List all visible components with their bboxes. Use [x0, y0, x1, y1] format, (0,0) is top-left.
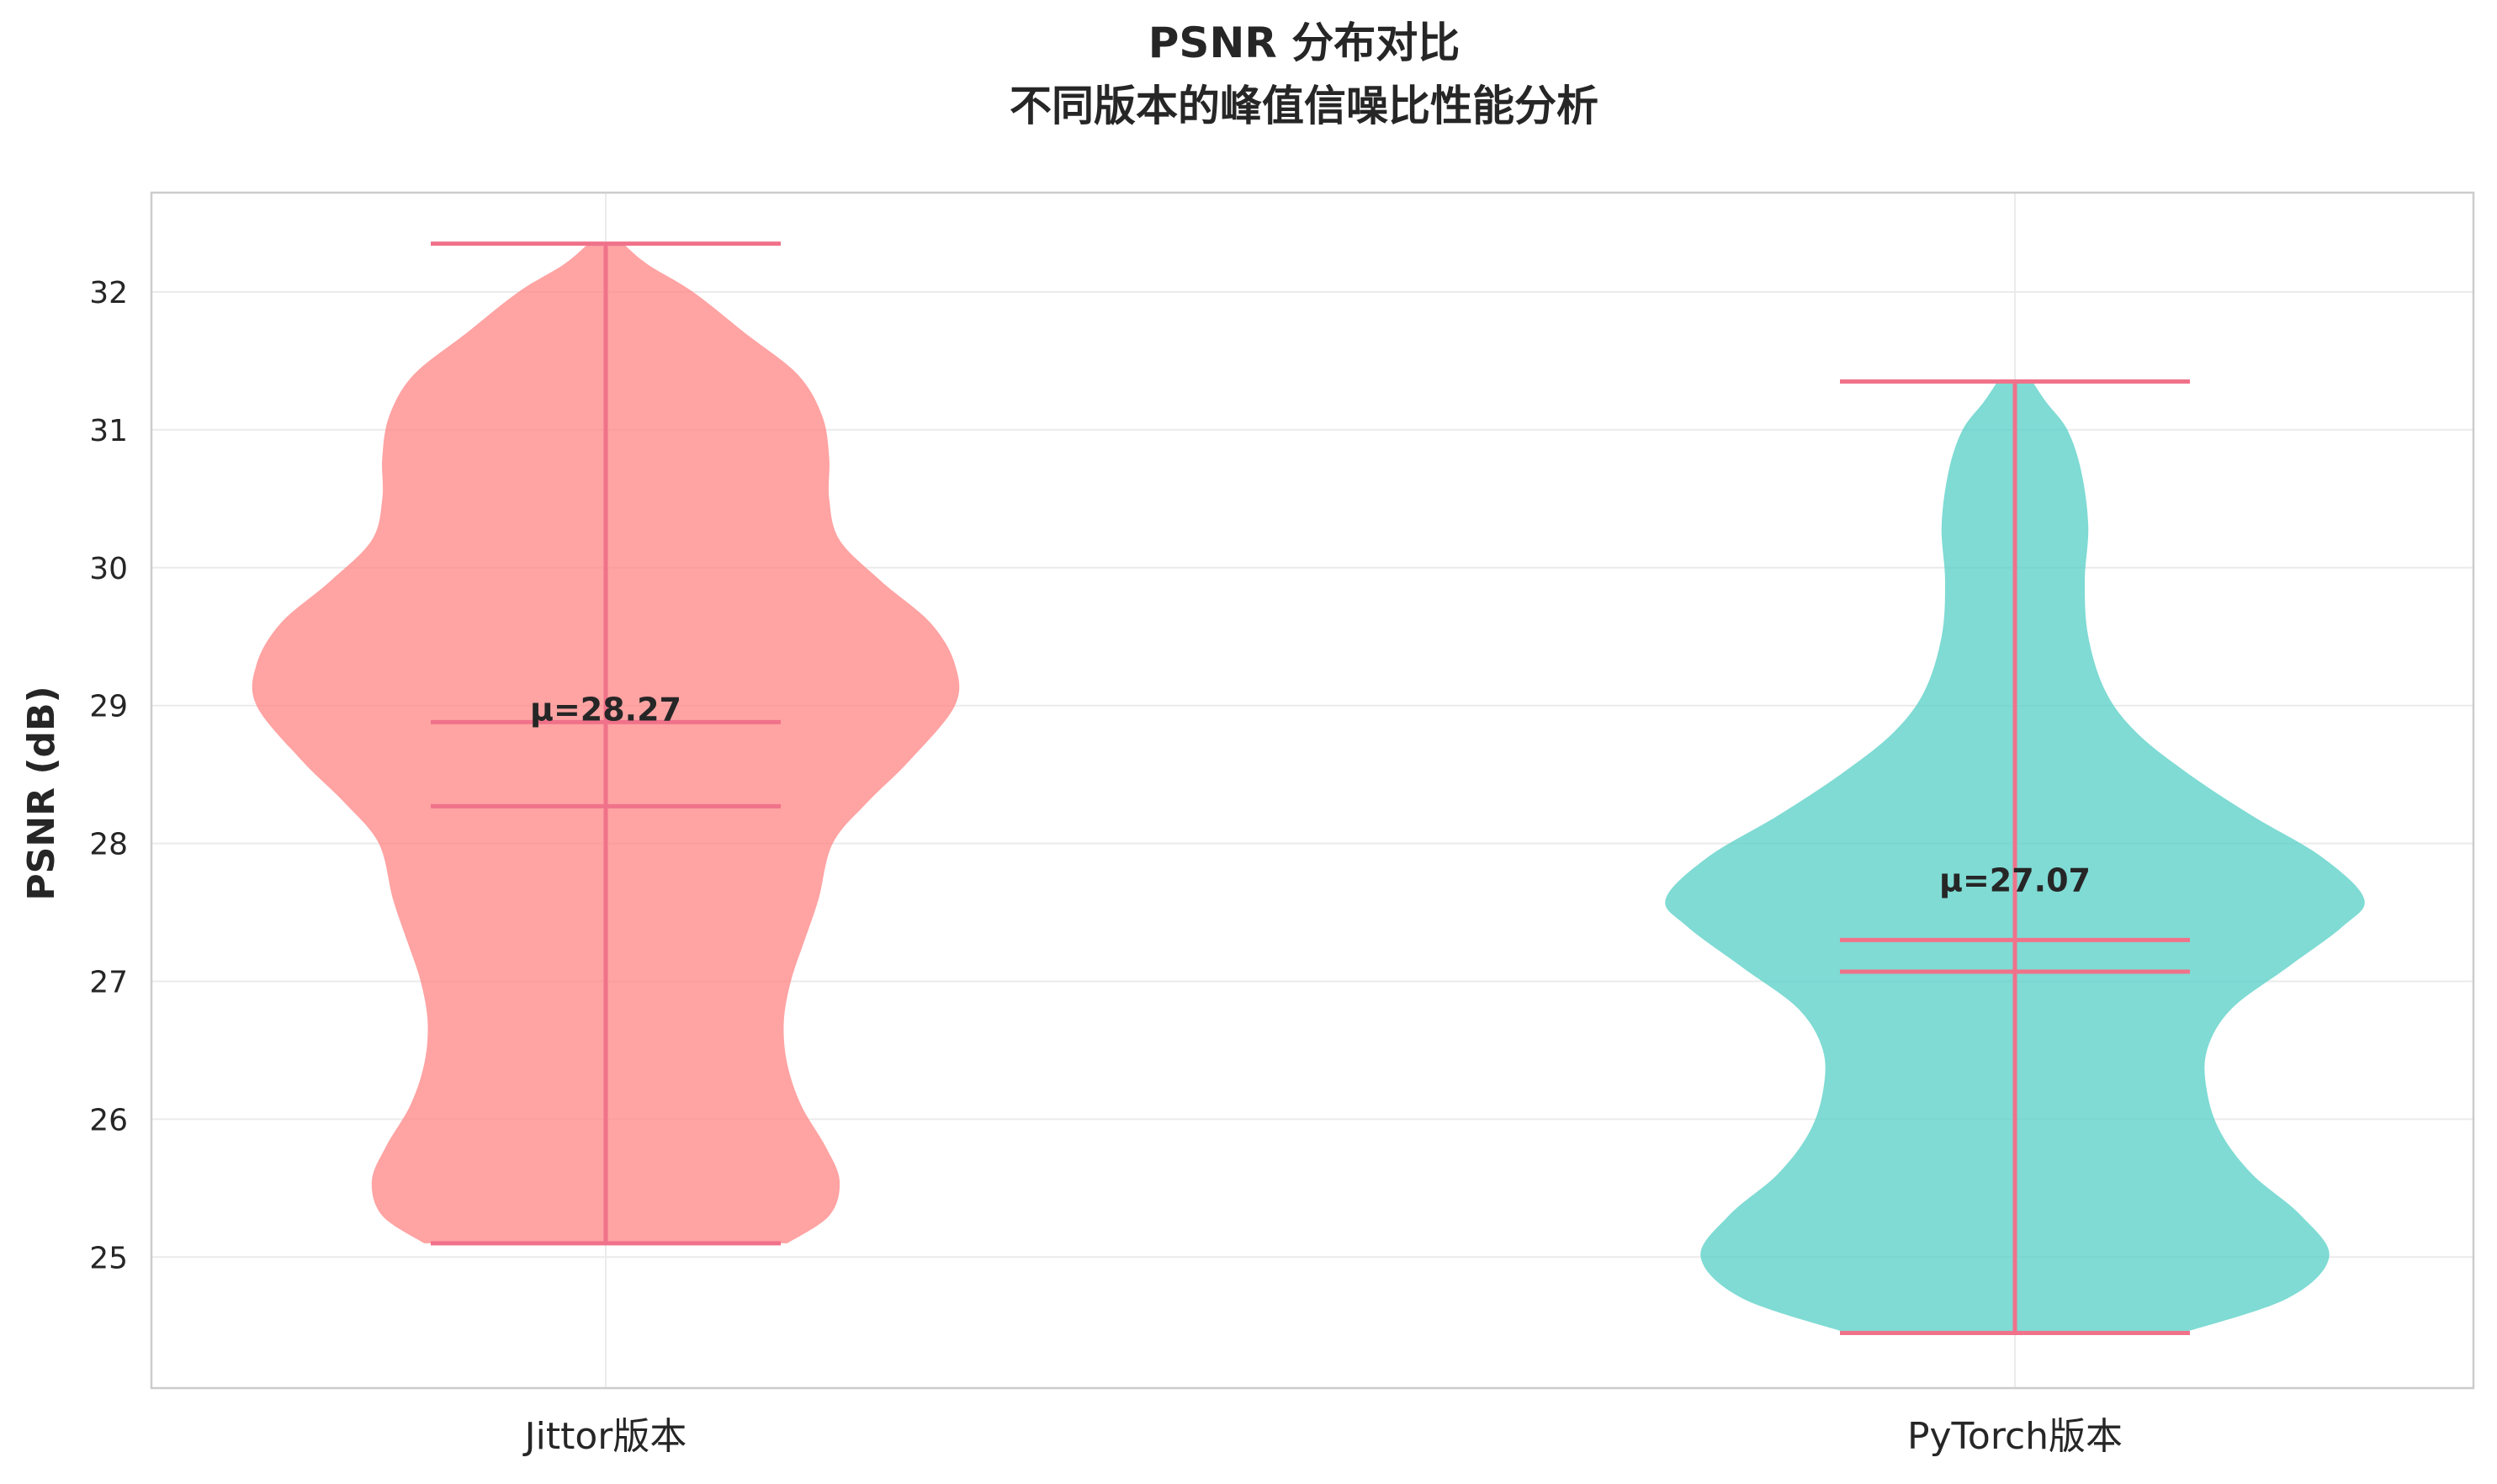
mean-label: μ=27.07: [1939, 861, 2091, 898]
chart-title: PSNR 分布对比: [1148, 19, 1460, 67]
y-tick-label: 32: [89, 276, 128, 310]
y-tick-label: 31: [89, 414, 128, 448]
y-axis-label: PSNR (dB): [20, 686, 63, 900]
y-tick-label: 28: [89, 828, 128, 862]
chart-subtitle: 不同版本的峰值信噪比性能分析: [1010, 82, 1598, 130]
x-tick-labels: Jittor版本 PyTorch版本: [522, 1415, 2123, 1458]
y-tick-label: 30: [89, 552, 128, 586]
y-tick-label: 26: [89, 1103, 128, 1137]
y-tick-label: 27: [89, 965, 128, 999]
violin-chart: PSNR 分布对比 不同版本的峰值信噪比性能分析 25 26 27 28 29 30 31 3…: [20, 19, 2475, 1458]
y-tick-label: 29: [89, 690, 128, 724]
y-tick-labels: 25 26 27 28 29 30 31 32: [89, 276, 128, 1275]
x-tick-label: PyTorch版本: [1907, 1415, 2123, 1458]
y-tick-label: 25: [89, 1241, 128, 1275]
mean-label: μ=28.27: [530, 691, 681, 728]
violins: [252, 243, 2365, 1333]
x-tick-label: Jittor版本: [522, 1415, 687, 1458]
